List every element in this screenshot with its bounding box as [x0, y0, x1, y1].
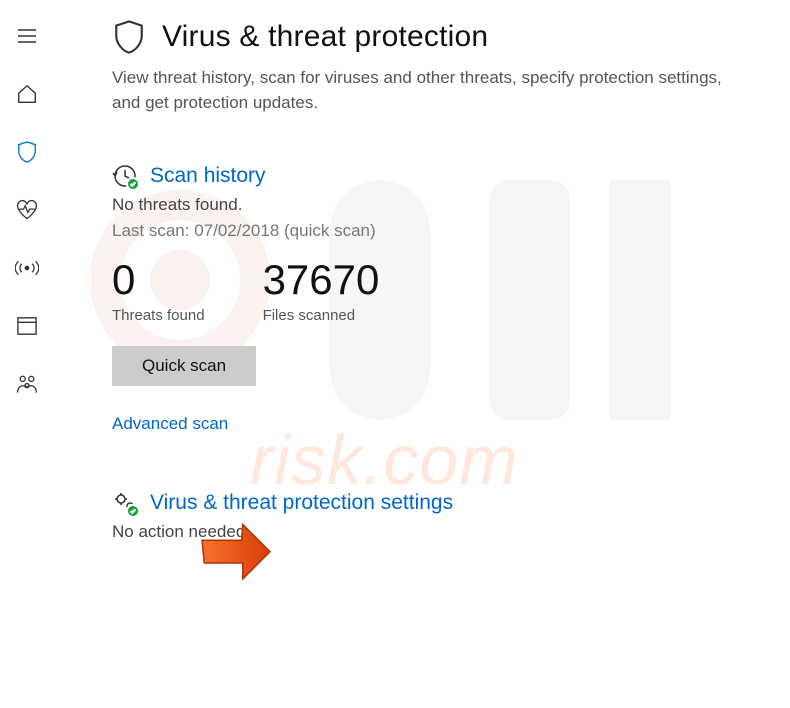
- network-icon: [15, 258, 39, 278]
- scan-history-header: Scan history: [112, 163, 790, 189]
- page-title: Virus & threat protection: [162, 20, 488, 54]
- family-icon: [15, 373, 39, 395]
- home-icon: [16, 83, 38, 105]
- scan-history-section: Scan history No threats found. Last scan…: [112, 163, 790, 434]
- main-content: Virus & threat protection View threat hi…: [112, 18, 790, 542]
- sidebar-app-browser[interactable]: [3, 306, 51, 346]
- page-header: Virus & threat protection: [112, 18, 790, 56]
- settings-status: No action needed.: [112, 522, 790, 542]
- window-icon: [16, 316, 38, 336]
- threats-label: Threats found: [112, 307, 205, 324]
- sidebar-home[interactable]: [3, 74, 51, 114]
- protection-settings-link[interactable]: Virus & threat protection settings: [150, 491, 453, 515]
- threats-value: 0: [112, 257, 205, 303]
- page-description: View threat history, scan for viruses an…: [112, 66, 732, 115]
- sidebar-device-health[interactable]: [3, 190, 51, 230]
- quick-scan-button[interactable]: Quick scan: [112, 346, 256, 386]
- files-stat: 37670 Files scanned: [263, 257, 380, 324]
- settings-icon: [112, 490, 138, 516]
- heart-icon: [15, 199, 39, 221]
- sidebar-virus-protection[interactable]: [3, 132, 51, 172]
- settings-header: Virus & threat protection settings: [112, 490, 790, 516]
- sidebar: [0, 0, 54, 708]
- threats-stat: 0 Threats found: [112, 257, 205, 324]
- history-icon: [112, 163, 138, 189]
- sidebar-family[interactable]: [3, 364, 51, 404]
- last-scan-info: Last scan: 07/02/2018 (quick scan): [112, 221, 790, 241]
- shield-icon: [16, 140, 38, 164]
- files-value: 37670: [263, 257, 380, 303]
- scan-history-link[interactable]: Scan history: [150, 164, 266, 188]
- shield-icon: [112, 18, 146, 56]
- advanced-scan-link[interactable]: Advanced scan: [112, 414, 228, 434]
- protection-settings-section: Virus & threat protection settings No ac…: [112, 490, 790, 542]
- scan-stats: 0 Threats found 37670 Files scanned: [112, 257, 790, 324]
- menu-icon: [17, 28, 37, 44]
- sidebar-menu-button[interactable]: [3, 16, 51, 56]
- files-label: Files scanned: [263, 307, 380, 324]
- sidebar-firewall-network[interactable]: [3, 248, 51, 288]
- scan-status: No threats found.: [112, 195, 790, 215]
